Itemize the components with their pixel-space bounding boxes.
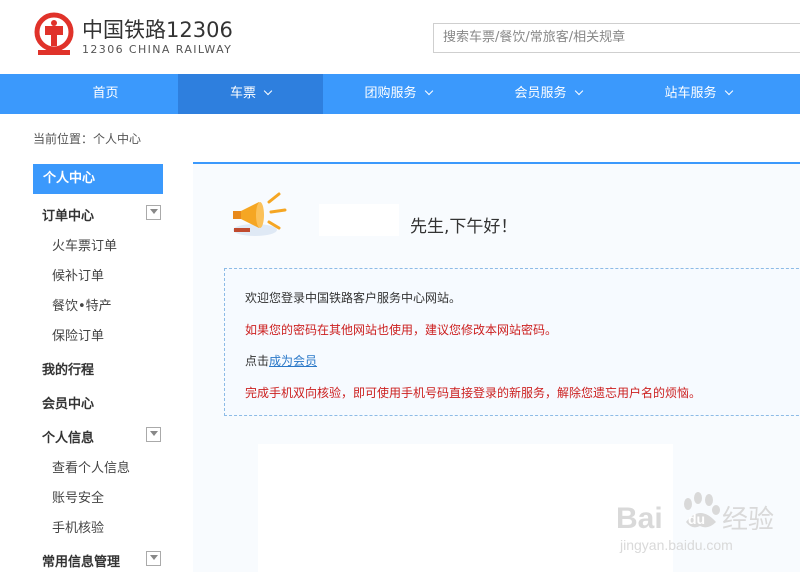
sidebar-title[interactable]: 个人中心: [33, 164, 163, 194]
nav-member[interactable]: 会员服务: [473, 74, 623, 114]
nav-group-buy-label: 团购服务: [364, 86, 417, 101]
logo-title[interactable]: 中国铁路12306: [82, 14, 233, 44]
nav-station-label: 站车服务: [664, 86, 717, 101]
sidebar-item-catering[interactable]: 餐饮•特产: [52, 295, 112, 314]
sidebar-item-insurance-orders[interactable]: 保险订单: [52, 325, 104, 344]
nav-tickets-label: 车票: [229, 86, 256, 101]
nav-home[interactable]: 首页: [33, 74, 178, 114]
watermark-brand: Bai: [616, 502, 663, 535]
nav-member-label: 会员服务: [514, 86, 567, 101]
sidebar-item-phone-verify[interactable]: 手机核验: [52, 517, 104, 536]
railway-logo-icon[interactable]: [32, 12, 76, 58]
chevron-down-icon: [424, 86, 433, 96]
watermark-cn: 经验: [722, 505, 774, 535]
notice-box: 欢迎您登录中国铁路客户服务中心网站。 如果您的密码在其他网站也使用，建议您修改本…: [224, 268, 800, 416]
sidebar-item-view-info[interactable]: 查看个人信息: [52, 457, 130, 476]
user-name-blank: [319, 204, 399, 236]
nav-group-buy[interactable]: 团购服务: [323, 74, 473, 114]
sidebar-item-account-security[interactable]: 账号安全: [52, 487, 104, 506]
megaphone-icon: [233, 192, 287, 236]
sidebar: 个人中心 订单中心 火车票订单 候补订单 餐饮•特产 保险订单 我的行程 会员中…: [33, 164, 163, 570]
sidebar-item-waitlist-orders[interactable]: 候补订单: [52, 265, 104, 284]
nav-tickets[interactable]: 车票: [178, 74, 323, 114]
baidu-watermark-logo: Bai du 经验 jingyan.baidu.com: [616, 492, 774, 553]
notice-member: 点击成为会员: [245, 352, 317, 369]
chevron-down-icon: [724, 86, 733, 96]
chevron-down-icon: [574, 86, 583, 96]
search-input[interactable]: 搜索车票/餐饮/常旅客/相关规章: [433, 23, 800, 53]
notice-member-prefix: 点击: [245, 354, 270, 368]
sidebar-common-info[interactable]: 常用信息管理: [42, 551, 120, 570]
collapse-toggle-icon[interactable]: [146, 551, 161, 566]
logo-subtitle: 12306 CHINA RAILWAY: [82, 43, 233, 56]
nav-home-label: 首页: [92, 86, 119, 101]
header: 中国铁路12306 12306 CHINA RAILWAY 搜索车票/餐饮/常旅…: [0, 0, 800, 74]
sidebar-my-trips[interactable]: 我的行程: [42, 359, 94, 378]
watermark-brand2: du: [688, 511, 705, 527]
notice-password-tip: 如果您的密码在其他网站也使用，建议您修改本网站密码。: [245, 323, 558, 337]
sidebar-item-train-orders[interactable]: 火车票订单: [52, 235, 117, 254]
sidebar-order-center[interactable]: 订单中心: [42, 205, 94, 224]
sidebar-member-center[interactable]: 会员中心: [42, 393, 94, 412]
sidebar-personal-info[interactable]: 个人信息: [42, 427, 94, 446]
breadcrumb: 当前位置：个人中心: [33, 132, 142, 146]
content-block: [258, 444, 673, 574]
collapse-toggle-icon[interactable]: [146, 205, 161, 220]
notice-phone-verify: 完成手机双向核验，即可使用手机号码直接登录的新服务，解除您遗忘用户名的烦恼。: [245, 386, 702, 400]
greeting-text: 先生,下午好！: [410, 217, 518, 237]
nav-station[interactable]: 站车服务: [623, 74, 773, 114]
main-nav: 首页 车票 团购服务 会员服务 站车服务: [0, 74, 800, 114]
watermark-url: jingyan.baidu.com: [619, 537, 733, 553]
become-member-link[interactable]: 成为会员: [269, 354, 317, 368]
collapse-toggle-icon[interactable]: [146, 427, 161, 442]
notice-welcome: 欢迎您登录中国铁路客户服务中心网站。: [245, 291, 462, 305]
chevron-down-icon: [263, 86, 273, 96]
